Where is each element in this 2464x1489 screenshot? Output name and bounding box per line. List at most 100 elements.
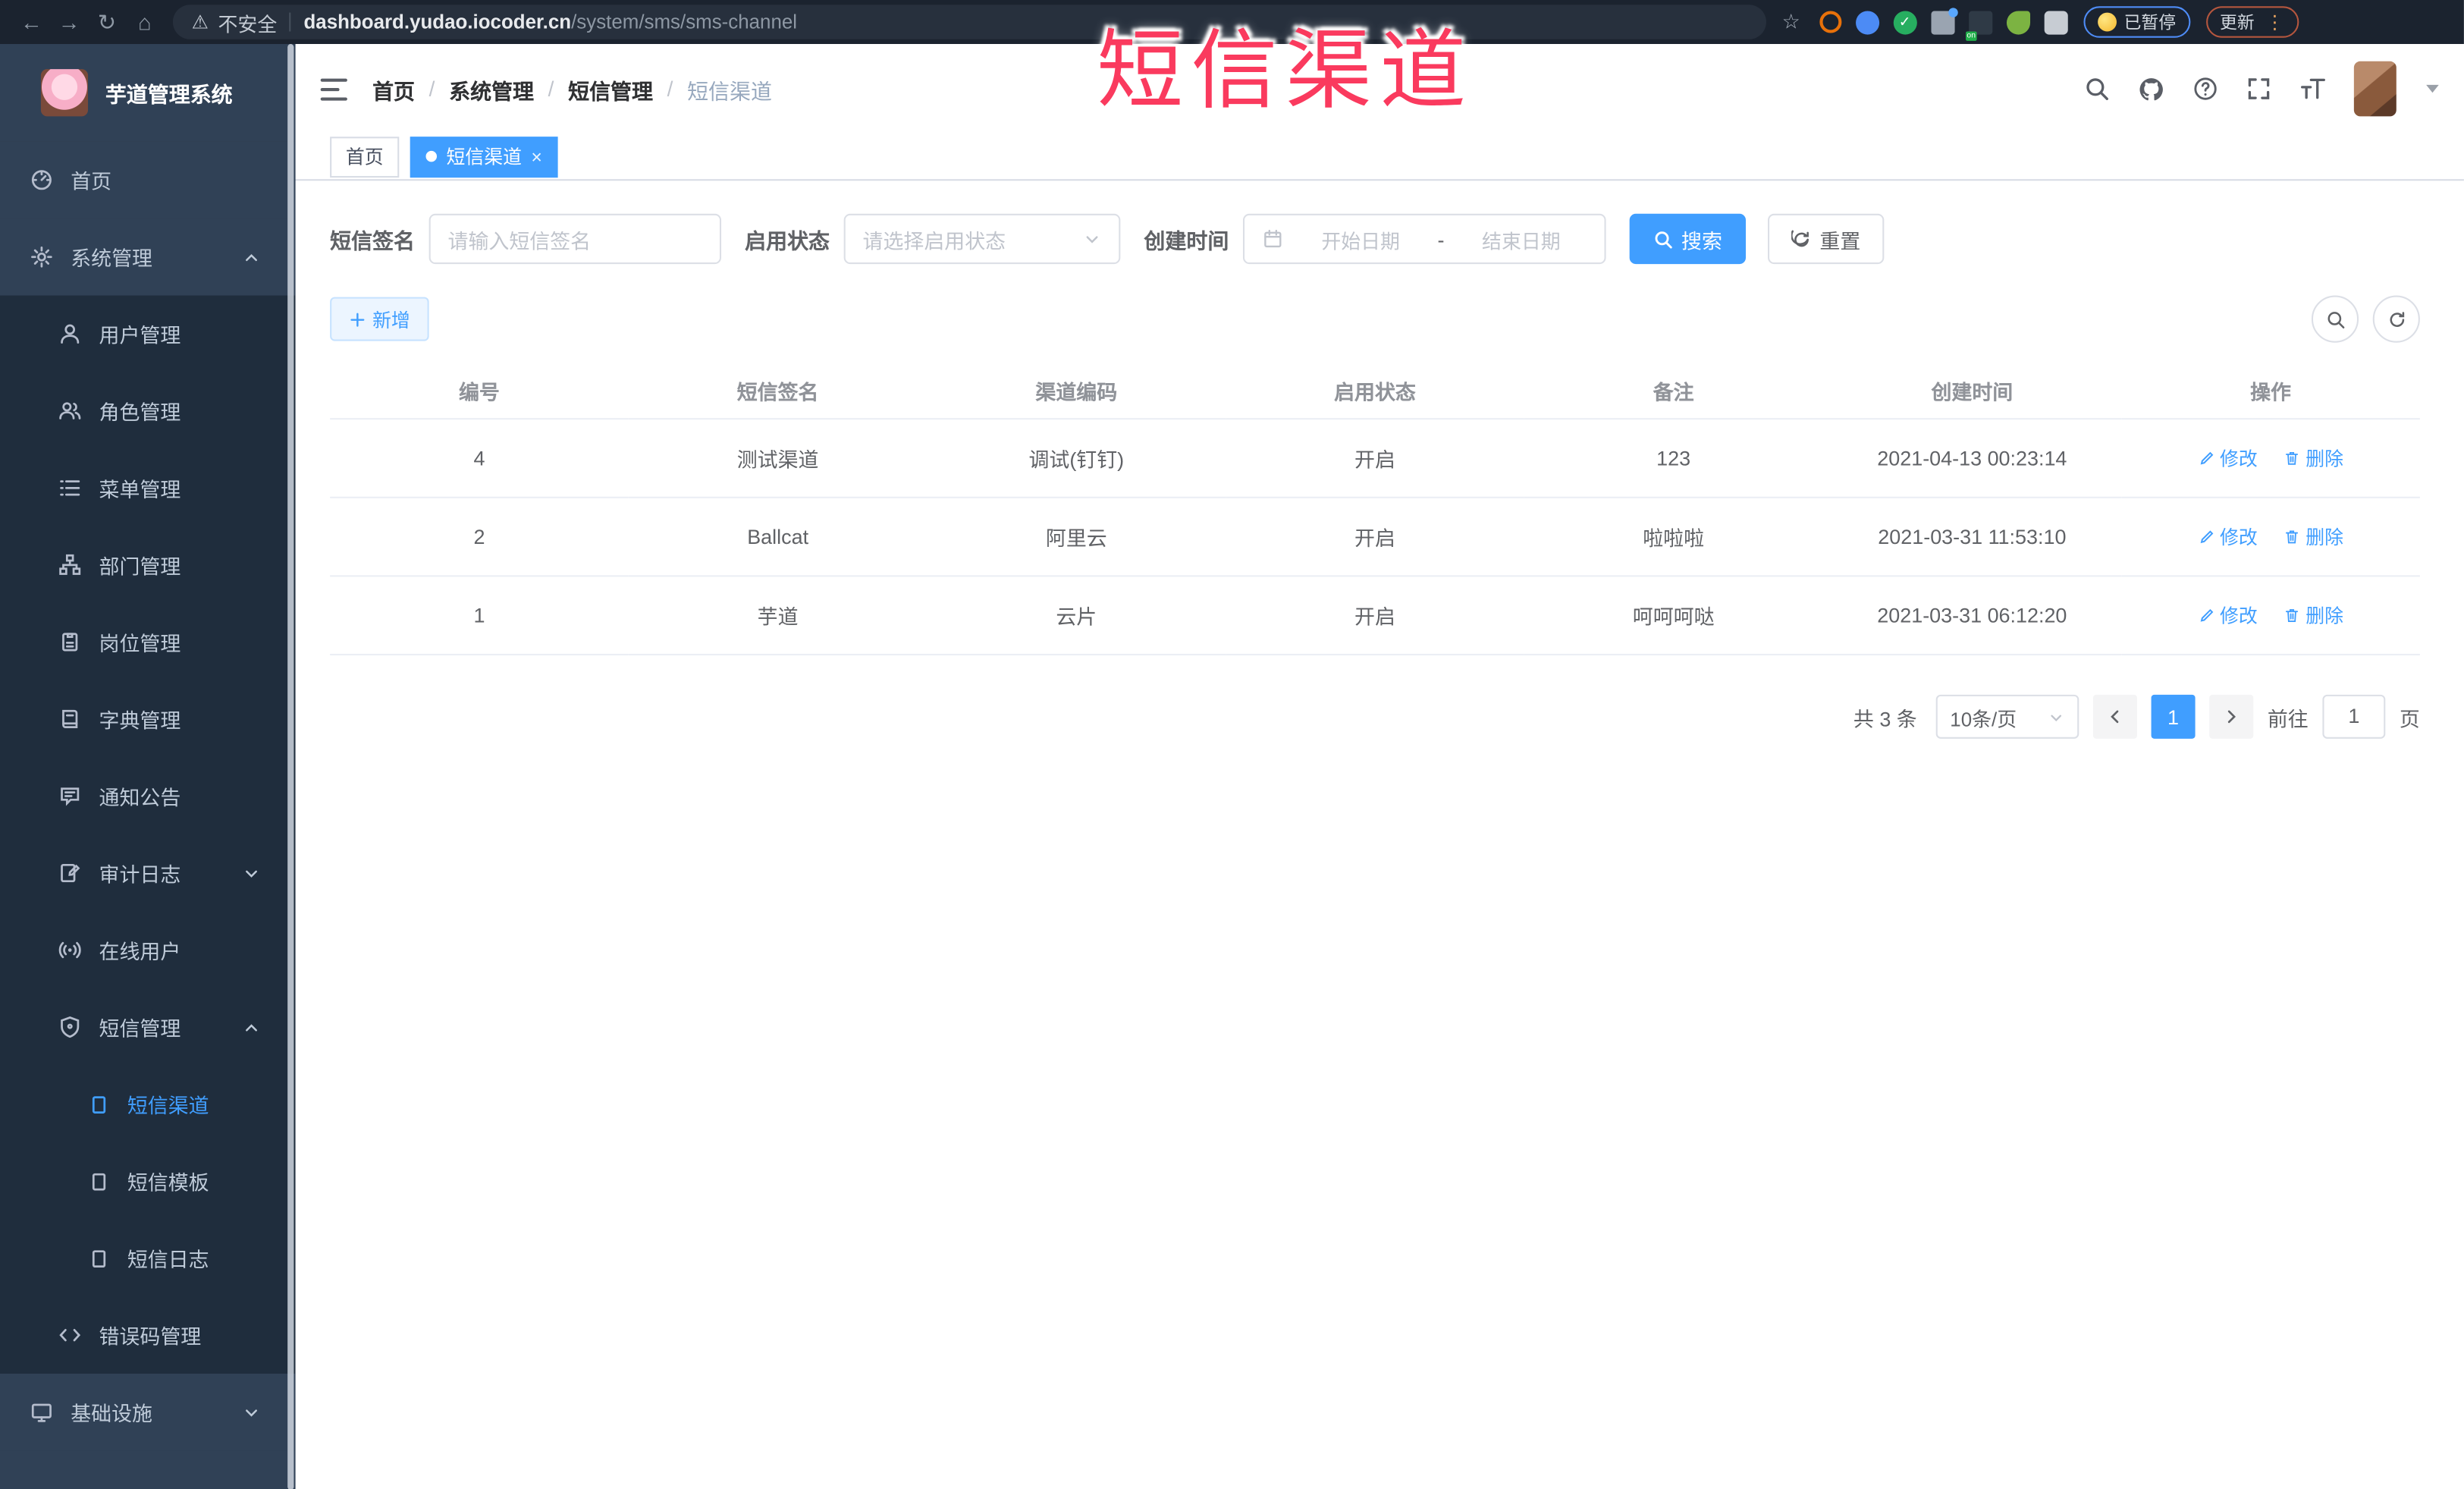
breadcrumb-separator: /	[667, 77, 673, 101]
trash-icon	[2286, 451, 2299, 465]
bookmark-star-icon[interactable]: ☆	[1782, 9, 1800, 34]
delete-link[interactable]: 删除	[2284, 445, 2343, 471]
sidebar-item-infrastructure[interactable]: 基础设施	[0, 1373, 296, 1451]
search-button[interactable]: 搜索	[1629, 213, 1747, 265]
extension-on-badge: on	[1965, 30, 1978, 40]
sidebar-item-online-users[interactable]: 在线用户	[0, 912, 296, 989]
extension-leaf-icon[interactable]	[2006, 10, 2030, 34]
refresh-table-button[interactable]	[2372, 295, 2420, 343]
sidebar-item-sms[interactable]: 短信管理	[0, 988, 296, 1066]
edit-link[interactable]: 修改	[2198, 602, 2258, 629]
font-size-icon[interactable]	[2299, 75, 2327, 102]
browser-home-icon[interactable]: ⌂	[126, 0, 164, 44]
chevron-up-icon	[246, 1023, 257, 1031]
sidebar-item-label: 短信日志	[127, 1248, 209, 1272]
sidebar-item-sms-log[interactable]: 短信日志	[0, 1220, 296, 1297]
github-icon[interactable]	[2137, 74, 2165, 102]
table-row: 4 测试渠道 调试(钉钉) 开启 123 2021-04-13 00:23:14…	[330, 419, 2420, 498]
online-users-icon	[58, 941, 81, 959]
sidebar-item-roles[interactable]: 角色管理	[0, 372, 296, 450]
avatar-caret-icon[interactable]	[2426, 84, 2439, 93]
browser-forward-icon[interactable]: →	[50, 0, 88, 44]
sidebar-item-system[interactable]: 系统管理	[0, 218, 296, 296]
sidebar-item-sms-channel[interactable]: 短信渠道	[0, 1066, 296, 1143]
help-icon[interactable]	[2192, 75, 2218, 102]
chrome-update-button[interactable]: 更新 ⋮	[2205, 6, 2299, 38]
tab-home[interactable]: 首页	[330, 136, 400, 177]
profile-paused-badge[interactable]: 已暂停	[2083, 6, 2190, 38]
user-icon	[61, 324, 80, 344]
sidebar-item-menus[interactable]: 菜单管理	[0, 450, 296, 527]
sidebar-toggle-icon[interactable]	[320, 77, 347, 100]
breadcrumb-system[interactable]: 系统管理	[449, 73, 534, 104]
cell-remark: 呵呵呵哒	[1524, 576, 1823, 656]
sidebar-filler	[0, 1450, 296, 1489]
extension-switch-icon[interactable]: on	[1965, 10, 1992, 40]
cell-remark: 啦啦啦	[1524, 497, 1823, 577]
prev-page-button[interactable]	[2092, 694, 2137, 739]
sidebar-item-label: 用户管理	[99, 323, 181, 347]
gear-icon	[31, 246, 52, 268]
edit-icon	[2199, 451, 2213, 465]
header-search-icon[interactable]	[2083, 75, 2110, 102]
reset-button[interactable]: 重置	[1768, 213, 1885, 265]
breadcrumb-sms[interactable]: 短信管理	[568, 73, 653, 104]
user-avatar[interactable]	[2353, 61, 2397, 117]
page-number-1[interactable]: 1	[2151, 694, 2196, 739]
delete-link[interactable]: 删除	[2284, 523, 2343, 550]
date-range-picker[interactable]: 开始日期 - 结束日期	[1242, 213, 1606, 265]
sidebar-item-departments[interactable]: 部门管理	[0, 526, 296, 604]
browser-back-icon[interactable]: ←	[13, 0, 51, 44]
extension-pin-icon[interactable]	[1855, 10, 1879, 34]
edit-link[interactable]: 修改	[2198, 523, 2258, 550]
navbar-actions	[2083, 61, 2439, 117]
status-filter-select[interactable]: 请选择启用状态	[843, 213, 1121, 265]
tab-close-icon[interactable]: ×	[531, 147, 542, 166]
extension-orange-icon[interactable]	[1819, 11, 1841, 33]
logo-image	[40, 69, 89, 117]
app-logo-row[interactable]: 芋道管理系统	[0, 44, 296, 142]
edit-icon	[2199, 530, 2213, 544]
sidebar-item-posts[interactable]: 岗位管理	[0, 604, 296, 681]
add-button[interactable]: 新增	[330, 297, 429, 341]
menu-list-icon	[60, 480, 80, 496]
delete-link[interactable]: 删除	[2284, 602, 2343, 629]
sidebar-item-announcements[interactable]: 通知公告	[0, 758, 296, 835]
sidebar-item-users[interactable]: 用户管理	[0, 296, 296, 373]
goto-page-input[interactable]: 1	[2322, 694, 2386, 739]
audit-log-icon	[61, 863, 80, 883]
sidebar-item-home[interactable]: 首页	[0, 141, 296, 219]
tab-sms-channel[interactable]: 短信渠道 ×	[410, 136, 558, 177]
browser-reload-icon[interactable]: ↻	[88, 0, 126, 44]
announcement-icon	[61, 787, 80, 806]
sidebar-item-error-codes[interactable]: 错误码管理	[0, 1296, 296, 1374]
sidebar-item-label: 菜单管理	[99, 477, 181, 501]
column-header-code: 渠道编码	[927, 361, 1226, 420]
sidebar-item-sms-template[interactable]: 短信模板	[0, 1142, 296, 1220]
breadcrumb-separator: /	[428, 77, 435, 101]
browser-menu-icon[interactable]: ⋮	[2265, 11, 2284, 33]
extension-grid-icon[interactable]	[1930, 7, 1957, 34]
status-select-placeholder: 请选择启用状态	[862, 228, 1006, 253]
column-header-actions: 操作	[2121, 361, 2420, 420]
reset-button-label: 重置	[1819, 228, 1861, 253]
next-page-button[interactable]	[2209, 694, 2254, 739]
app-title: 芋道管理系统	[105, 83, 233, 107]
sidebar-item-dictionary[interactable]: 字典管理	[0, 680, 296, 758]
sidebar-item-label: 通知公告	[99, 786, 181, 810]
url-path: /system/sms/sms-channel	[571, 11, 798, 33]
extension-check-icon[interactable]: ✓	[1893, 10, 1917, 34]
sidebar-item-audit-log[interactable]: 审计日志	[0, 834, 296, 912]
breadcrumb-home[interactable]: 首页	[372, 73, 415, 104]
address-bar[interactable]: ⚠ 不安全 dashboard.yudao.iocoder.cn /system…	[172, 5, 1766, 39]
page-size-select[interactable]: 10条/页	[1935, 694, 2079, 739]
extensions-puzzle-icon[interactable]	[2043, 10, 2068, 34]
app-frame: 芋道管理系统 首页 系统管理 用户管理 角色管理 菜单管理 部门管理 岗位管理 …	[0, 44, 2464, 1489]
table-row: 1 芋道 云片 开启 呵呵呵哒 2021-03-31 06:12:20 修改 删…	[330, 576, 2420, 656]
not-secure-label[interactable]: 不安全	[218, 7, 278, 36]
edit-link-label: 修改	[2220, 605, 2258, 627]
sign-filter-input[interactable]: 请输入短信签名	[428, 213, 722, 265]
edit-link[interactable]: 修改	[2198, 445, 2258, 471]
fullscreen-icon[interactable]	[2246, 75, 2272, 102]
toggle-search-button[interactable]	[2311, 295, 2359, 343]
